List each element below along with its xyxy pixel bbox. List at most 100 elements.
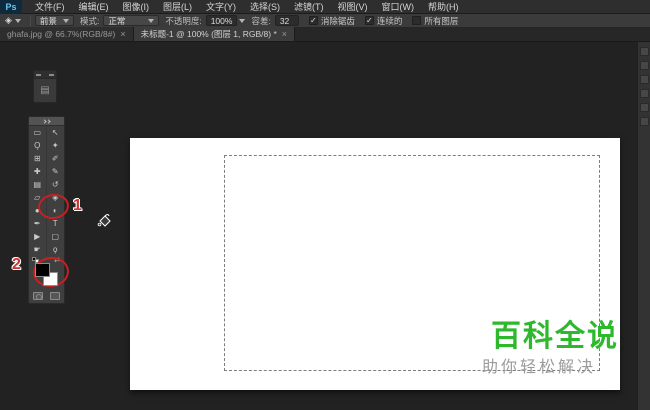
rectangle-shape-icon: ▢ — [51, 232, 60, 241]
collapsed-panel-icon[interactable] — [639, 117, 649, 126]
quick-mask-icon[interactable] — [32, 292, 43, 300]
all-layers-label: 所有图层 — [424, 15, 459, 26]
quick-selection-icon: ✦ — [51, 141, 59, 150]
mode-dropdown[interactable]: 正常 — [103, 15, 160, 26]
chevron-down-icon — [62, 18, 69, 23]
watermark-subtitle: 助你轻松解决 — [481, 359, 596, 376]
fill-source-value: 前景 — [39, 15, 57, 26]
chevron-right-icon — [46, 118, 51, 124]
menu-layer[interactable]: 图层(L) — [156, 0, 199, 14]
fill-source-dropdown[interactable]: 前景 — [34, 15, 74, 26]
separator — [29, 15, 31, 26]
toolbox-bottom-buttons — [29, 290, 64, 303]
tab-document-2[interactable]: 未标题-1 @ 100% (图层 1, RGB/8) * × — [133, 27, 296, 41]
document-canvas[interactable]: 百科全说 助你轻松解决 — [130, 138, 620, 390]
paint-bucket-icon: ◈ — [5, 15, 12, 25]
foreground-color-swatch[interactable] — [35, 263, 50, 277]
tolerance-field[interactable]: 32 — [274, 15, 299, 26]
annotation-step-2: 2 — [12, 256, 21, 273]
menu-view[interactable]: 视图(V) — [331, 0, 375, 14]
history-brush-icon: ↺ — [51, 180, 59, 189]
tab-document-1-label: ghafa.jpg @ 66.7%(RGB/8#) — [7, 29, 116, 39]
collapsed-panel-icon[interactable] — [639, 61, 649, 70]
tool-lasso[interactable]: Ǫ — [29, 139, 47, 152]
hand-icon: ☛ — [33, 245, 41, 254]
collapse-chevrons-icon — [36, 73, 41, 76]
panel-header[interactable] — [34, 71, 56, 79]
tab-document-2-label: 未标题-1 @ 100% (图层 1, RGB/8) * — [140, 29, 277, 39]
menu-filter[interactable]: 滤镜(T) — [287, 0, 331, 14]
zoom-tool-icon: ϙ — [53, 245, 58, 254]
tool-eyedropper[interactable]: ✐ — [47, 152, 65, 165]
close-icon[interactable]: × — [282, 29, 287, 39]
toolbox-collapse-button[interactable] — [29, 117, 64, 126]
chevron-down-icon — [148, 18, 155, 23]
menu-window[interactable]: 窗口(W) — [375, 0, 422, 14]
crop-icon: ⊞ — [33, 154, 41, 163]
move-icon: ↖ — [51, 128, 59, 137]
panel-thumbnail-icon[interactable]: ▤ — [34, 79, 56, 102]
tool-options-bar: ◈ 前景 模式: 正常 不透明度: 100% 容差: 32 ✓ 消除锯齿 ✓ 连… — [0, 14, 650, 28]
collapsed-panel-icon[interactable] — [639, 75, 649, 84]
tab-document-1[interactable]: ghafa.jpg @ 66.7%(RGB/8#) × — [0, 27, 134, 41]
clone-stamp-icon: ▤ — [33, 180, 42, 189]
menu-image[interactable]: 图像(I) — [116, 0, 157, 14]
menu-edit[interactable]: 编辑(E) — [72, 0, 116, 14]
rectangular-marquee-icon: ▭ — [33, 128, 42, 137]
eyedropper-icon: ✐ — [51, 154, 59, 163]
tool-history-brush[interactable]: ↺ — [47, 178, 65, 191]
chevron-down-icon — [14, 18, 21, 23]
menu-type[interactable]: 文字(Y) — [199, 0, 243, 14]
tool-spot-healing-brush[interactable]: ✚ — [29, 165, 47, 178]
brush-icon: ✎ — [51, 167, 59, 176]
floating-collapsed-panel[interactable]: ▤ — [33, 70, 57, 103]
contiguous-checkbox[interactable]: ✓ 连续的 — [364, 15, 403, 27]
photoshop-logo: Ps — [0, 0, 22, 14]
menu-select[interactable]: 选择(S) — [243, 0, 287, 14]
type-icon: T — [52, 219, 58, 228]
pen-icon: ✒ — [33, 219, 41, 228]
mode-label: 模式: — [79, 15, 100, 26]
tolerance-label: 容差: — [251, 15, 271, 26]
document-tab-bar: ghafa.jpg @ 66.7%(RGB/8#) × 未标题-1 @ 100%… — [0, 27, 650, 42]
tolerance-value: 32 — [279, 15, 290, 26]
checkbox-empty-icon — [412, 16, 422, 25]
close-icon[interactable]: × — [120, 29, 125, 39]
paint-bucket-cursor-icon — [97, 214, 111, 227]
tool-move[interactable]: ↖ — [47, 126, 65, 139]
grip-icon — [49, 73, 54, 76]
tool-rectangular-marquee[interactable]: ▭ — [29, 126, 47, 139]
tool-grid: ▭ ↖ Ǫ ✦ ⊞ ✐ ✚ ✎ ▤ ↺ ▱ ◈ ● ◐ ✒ T ▶ ▢ ☛ ϙ — [29, 126, 64, 256]
tool-brush[interactable]: ✎ — [47, 165, 65, 178]
collapsed-panel-icon[interactable] — [639, 89, 649, 98]
opacity-value: 100% — [210, 15, 233, 26]
contiguous-label: 连续的 — [376, 15, 403, 26]
chevron-down-icon[interactable] — [239, 18, 246, 23]
antialias-label: 消除锯齿 — [320, 15, 355, 26]
opacity-label: 不透明度: — [165, 15, 202, 26]
antialias-checkbox[interactable]: ✓ 消除锯齿 — [308, 15, 355, 27]
menu-help[interactable]: 帮助(H) — [421, 0, 466, 14]
menu-file[interactable]: 文件(F) — [28, 0, 72, 14]
menu-bar: Ps 文件(F) 编辑(E) 图像(I) 图层(L) 文字(Y) 选择(S) 滤… — [0, 0, 650, 14]
tool-path-selection[interactable]: ▶ — [29, 230, 47, 243]
tool-preset-picker[interactable]: ◈ — [0, 15, 26, 26]
screen-mode-icon[interactable] — [50, 292, 61, 300]
checkmark-icon: ✓ — [308, 16, 318, 25]
mode-value: 正常 — [108, 15, 126, 26]
opacity-field[interactable]: 100% — [205, 15, 238, 26]
tool-quick-selection[interactable]: ✦ — [47, 139, 65, 152]
path-selection-icon: ▶ — [34, 232, 41, 241]
tool-crop[interactable]: ⊞ — [29, 152, 47, 165]
tool-pen[interactable]: ✒ — [29, 217, 47, 230]
annotation-step-1: 1 — [73, 197, 82, 214]
checkmark-icon: ✓ — [364, 16, 374, 25]
tool-zoom[interactable]: ϙ — [47, 243, 65, 256]
tool-clone-stamp[interactable]: ▤ — [29, 178, 47, 191]
all-layers-checkbox[interactable]: 所有图层 — [412, 15, 458, 27]
tool-hand[interactable]: ☛ — [29, 243, 47, 256]
right-panel-dock — [637, 42, 650, 410]
collapsed-panel-icon[interactable] — [639, 47, 649, 56]
tool-rectangle-shape[interactable]: ▢ — [47, 230, 65, 243]
collapsed-panel-icon[interactable] — [639, 103, 649, 112]
